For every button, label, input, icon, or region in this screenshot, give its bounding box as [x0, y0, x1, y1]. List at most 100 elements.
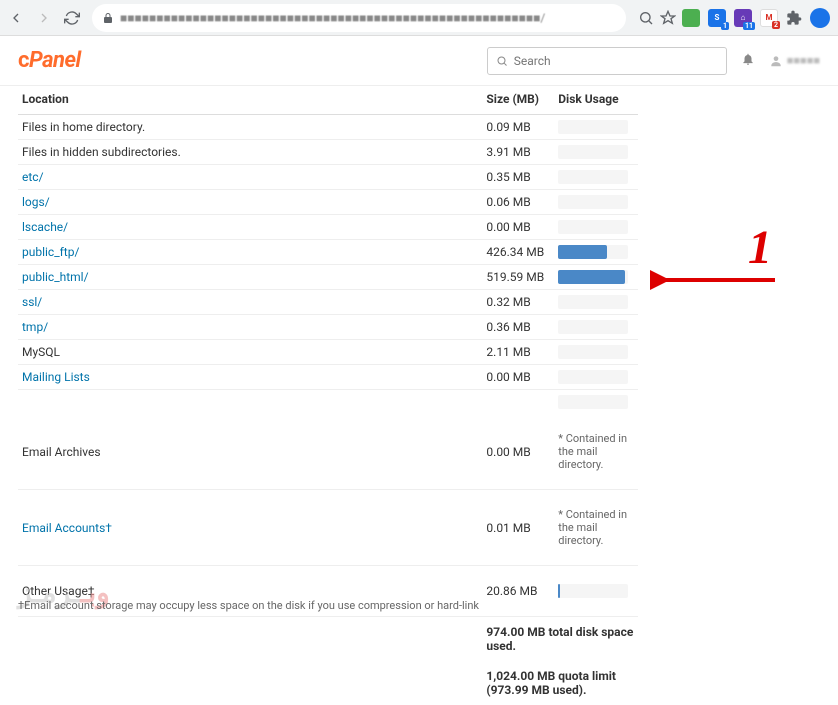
cell-size: 0.01 MB — [482, 490, 548, 566]
total-quota: 1,024.00 MB quota limit (973.99 MB used)… — [482, 661, 638, 705]
col-size: Size (MB) — [482, 86, 548, 115]
cell-location: lscache/ — [18, 215, 482, 240]
cell-size: 0.09 MB — [482, 115, 548, 140]
bell-icon[interactable] — [741, 52, 755, 70]
cell-usage — [548, 566, 638, 617]
ext-icon-1[interactable] — [682, 9, 700, 27]
reload-icon[interactable] — [64, 10, 80, 26]
cell-size: 0.00 MB — [482, 414, 548, 490]
table-row: ssl/ 0.32 MB — [18, 290, 638, 315]
cpanel-logo[interactable]: cPanel — [18, 48, 81, 73]
dir-link[interactable]: logs/ — [22, 195, 50, 209]
table-row: Files in hidden subdirectories. 3.91 MB — [18, 140, 638, 165]
dir-link[interactable]: tmp/ — [22, 320, 48, 334]
browser-toolbar: ■■■■■■■■■■■■■■■■■■■■■■■■■■■■■■■■■■■■■■■■… — [0, 0, 838, 36]
cell-location: Email Archives — [18, 414, 482, 490]
table-row: public_ftp/ 426.34 MB — [18, 240, 638, 265]
table-row: logs/ 0.06 MB — [18, 190, 638, 215]
cell-usage — [548, 115, 638, 140]
main-content: Location Size (MB) Disk Usage Files in h… — [0, 86, 838, 705]
usage-bar — [558, 295, 628, 309]
cell-location: Mailing Lists — [18, 365, 482, 390]
usage-bar — [558, 270, 628, 284]
cell-size: 20.86 MB — [482, 566, 548, 617]
dir-link[interactable]: ssl/ — [22, 295, 42, 309]
col-usage: Disk Usage — [548, 86, 638, 115]
ext-icon-2[interactable]: S1 — [708, 9, 726, 27]
cell-location: Files in hidden subdirectories. — [18, 140, 482, 165]
cell-size: 0.00 MB — [482, 215, 548, 240]
usage-bar — [558, 584, 628, 598]
cell-usage — [548, 240, 638, 265]
cell-usage — [548, 290, 638, 315]
ext-icon-4[interactable]: M2 — [760, 9, 778, 27]
usage-bar — [558, 170, 628, 184]
back-icon[interactable] — [8, 10, 24, 26]
puzzle-icon[interactable] — [786, 10, 802, 26]
cell-size: 0.00 MB — [482, 365, 548, 390]
search-icon — [496, 55, 508, 67]
cell-usage — [548, 340, 638, 365]
ext-icon-3[interactable]: ⌂11 — [734, 9, 752, 27]
dir-link[interactable]: public_html/ — [22, 270, 89, 284]
footnote: †Email account storage may occupy less s… — [18, 599, 479, 612]
cell-size: 519.59 MB — [482, 265, 548, 290]
usage-bar — [558, 395, 628, 409]
extensions: S1 ⌂11 M2 — [682, 8, 830, 28]
lock-icon — [102, 12, 114, 24]
table-row: Files in home directory. 0.09 MB — [18, 115, 638, 140]
star-icon[interactable] — [660, 10, 676, 26]
cell-usage — [548, 215, 638, 240]
cell-usage — [548, 140, 638, 165]
dir-link[interactable]: lscache/ — [22, 220, 68, 234]
cell-size: 426.34 MB — [482, 240, 548, 265]
cell-usage — [548, 365, 638, 390]
cell-location: MySQL — [18, 340, 482, 365]
cell-size: 0.36 MB — [482, 315, 548, 340]
cpanel-header: cPanel ■■■■■ — [0, 36, 838, 86]
usage-bar — [558, 220, 628, 234]
cell-usage — [548, 165, 638, 190]
cell-size: 0.06 MB — [482, 190, 548, 215]
cell-usage — [548, 190, 638, 215]
search-input[interactable] — [514, 54, 718, 68]
forward-icon[interactable] — [36, 10, 52, 26]
disk-usage-table: Location Size (MB) Disk Usage Files in h… — [18, 86, 638, 705]
cell-location: logs/ — [18, 190, 482, 215]
cell-location: tmp/ — [18, 315, 482, 340]
usage-bar — [558, 370, 628, 384]
col-location: Location — [18, 86, 482, 115]
cell-size: 0.32 MB — [482, 290, 548, 315]
table-row: tmp/ 0.36 MB — [18, 315, 638, 340]
user-menu[interactable]: ■■■■■ — [769, 54, 820, 68]
cell-location: public_html/ — [18, 265, 482, 290]
cell-location: etc/ — [18, 165, 482, 190]
table-row: Mailing Lists 0.00 MB — [18, 365, 638, 390]
usage-bar — [558, 245, 628, 259]
table-row: MySQL 2.11 MB — [18, 340, 638, 365]
search-box[interactable] — [487, 47, 727, 75]
usage-bar — [558, 145, 628, 159]
usage-bar — [558, 120, 628, 134]
address-bar[interactable]: ■■■■■■■■■■■■■■■■■■■■■■■■■■■■■■■■■■■■■■■■… — [92, 4, 626, 32]
usage-bar — [558, 320, 628, 334]
table-row: public_html/ 519.59 MB — [18, 265, 638, 290]
profile-icon[interactable] — [810, 8, 830, 28]
search-url-icon[interactable] — [638, 10, 654, 26]
dir-link[interactable]: public_ftp/ — [22, 245, 79, 259]
dir-link[interactable]: Mailing Lists — [22, 370, 90, 384]
cell-note: * Contained in the mail directory. — [548, 414, 638, 490]
cell-location: ssl/ — [18, 290, 482, 315]
table-row: lscache/ 0.00 MB — [18, 215, 638, 240]
table-row: etc/ 0.35 MB — [18, 165, 638, 190]
cell-size: 0.35 MB — [482, 165, 548, 190]
usage-bar — [558, 345, 628, 359]
cell-size: 2.11 MB — [482, 340, 548, 365]
dir-link[interactable]: Email Accounts† — [22, 521, 112, 535]
dir-link[interactable]: etc/ — [22, 170, 44, 184]
cell-location: Files in home directory. — [18, 115, 482, 140]
cell-usage — [548, 265, 638, 290]
cell-location: Email Accounts† — [18, 490, 482, 566]
cell-location: public_ftp/ — [18, 240, 482, 265]
cell-note: * Contained in the mail directory. — [548, 490, 638, 566]
